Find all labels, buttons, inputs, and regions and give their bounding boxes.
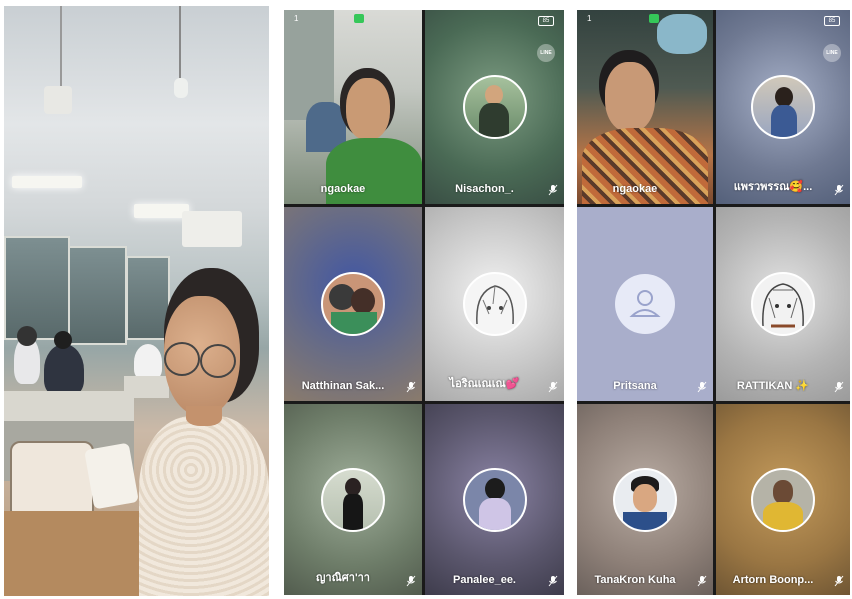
status-time: 1 bbox=[587, 14, 592, 23]
participant-name: Pritsana bbox=[613, 380, 657, 392]
mic-muted-icon bbox=[406, 575, 416, 587]
avatar bbox=[321, 272, 385, 336]
default-person-icon bbox=[615, 274, 675, 334]
avatar bbox=[462, 272, 527, 336]
participant-name: ngaokae bbox=[320, 183, 366, 195]
participant-tile[interactable]: 85 LINE Nisachon_. bbox=[425, 10, 564, 204]
mic-muted-icon bbox=[548, 381, 558, 393]
mic-muted-icon bbox=[548, 184, 558, 196]
classroom-selfie-photo bbox=[4, 6, 269, 596]
mic-muted-icon bbox=[548, 575, 558, 587]
avatar bbox=[751, 272, 815, 336]
avatar bbox=[751, 467, 815, 532]
group-call-screen-a: 1 ngaokae 85 LINE Nisachon_. Natthinan S… bbox=[284, 10, 564, 595]
participant-tile[interactable]: Natthinan Sak... bbox=[284, 207, 422, 401]
mic-muted-icon bbox=[697, 575, 707, 587]
participant-name: Artorn Boonp... bbox=[732, 574, 814, 586]
participant-name: ญาณิศา'าา bbox=[316, 572, 370, 584]
battery-icon: 85 bbox=[824, 16, 840, 26]
line-logo-badge: LINE bbox=[823, 44, 841, 62]
status-bar: 1 bbox=[577, 10, 713, 28]
participant-tile[interactable]: Artorn Boonp... bbox=[716, 404, 850, 595]
avatar bbox=[321, 467, 385, 532]
avatar bbox=[751, 75, 815, 139]
battery-icon: 85 bbox=[538, 16, 554, 26]
self-video-feed bbox=[577, 10, 713, 204]
participant-tile[interactable]: RATTIKAN ✨ bbox=[716, 207, 850, 401]
participant-name: แพรวพรรณ🥰... bbox=[733, 181, 813, 193]
participant-tile[interactable]: 85 LINE แพรวพรรณ🥰... bbox=[716, 10, 850, 204]
participant-name: Panalee_ee. bbox=[453, 574, 516, 586]
participant-tile-self[interactable]: 1 ngaokae bbox=[284, 10, 422, 204]
participant-name: Natthinan Sak... bbox=[301, 380, 385, 392]
participant-name: ไอริณเณเณ💕 bbox=[449, 378, 520, 390]
participant-name: Nisachon_. bbox=[455, 183, 514, 195]
avatar bbox=[462, 467, 527, 532]
participant-name: RATTIKAN ✨ bbox=[736, 380, 810, 392]
avatar bbox=[462, 75, 527, 139]
participant-tile[interactable]: ญาณิศา'าา bbox=[284, 404, 422, 595]
participant-tile-self[interactable]: 1 ngaokae bbox=[577, 10, 713, 204]
mic-muted-icon bbox=[834, 575, 844, 587]
participant-tile[interactable]: TanaKron Kuha bbox=[577, 404, 713, 595]
mic-muted-icon bbox=[697, 381, 707, 393]
participant-tile[interactable]: Panalee_ee. bbox=[425, 404, 564, 595]
participant-tile[interactable]: Pritsana bbox=[577, 207, 713, 401]
participant-name: TanaKron Kuha bbox=[594, 574, 676, 586]
self-video-feed bbox=[284, 10, 422, 204]
group-call-screen-b: 1 ngaokae 85 LINE แพรวพรรณ🥰... Pritsana bbox=[577, 10, 850, 595]
line-app-icon bbox=[649, 14, 659, 23]
status-time: 1 bbox=[294, 14, 299, 23]
mic-muted-icon bbox=[834, 381, 844, 393]
mic-muted-icon bbox=[406, 381, 416, 393]
line-logo-badge: LINE bbox=[537, 44, 555, 62]
mic-muted-icon bbox=[834, 184, 844, 196]
line-app-icon bbox=[354, 14, 364, 23]
participant-name: ngaokae bbox=[612, 183, 658, 195]
status-bar: 1 bbox=[284, 10, 422, 28]
avatar bbox=[613, 467, 677, 532]
participant-tile[interactable]: ไอริณเณเณ💕 bbox=[425, 207, 564, 401]
